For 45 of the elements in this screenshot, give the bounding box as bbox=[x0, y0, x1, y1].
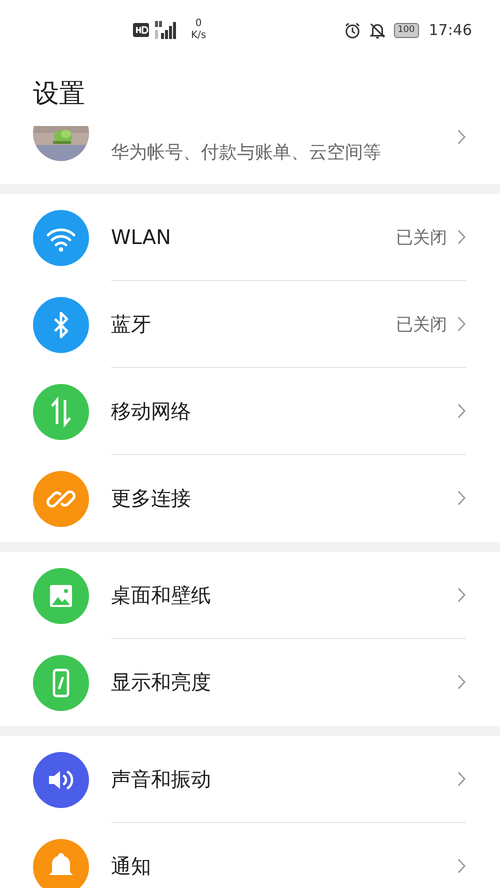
network-speed-unit: K/s bbox=[191, 30, 206, 42]
item-status: 已关闭 bbox=[396, 226, 447, 248]
hd-icon bbox=[133, 23, 149, 37]
chevron-right-icon bbox=[457, 316, 466, 332]
item-status: 已关闭 bbox=[396, 314, 447, 336]
page-title: 设置 bbox=[33, 78, 85, 110]
chevron-right-icon bbox=[457, 490, 466, 506]
item-label: 声音和振动 bbox=[111, 766, 212, 792]
settings-item[interactable]: 声音和振动 bbox=[0, 736, 500, 823]
item-label: 更多连接 bbox=[111, 484, 192, 512]
phone-icon bbox=[33, 654, 89, 710]
battery-level: 100 bbox=[398, 24, 415, 36]
chevron-right-icon bbox=[457, 403, 466, 419]
account-row[interactable]: 华为帐号、付款与账单、云空间等 bbox=[0, 126, 500, 184]
chevron-right-icon bbox=[457, 587, 466, 603]
item-label: 移动网络 bbox=[111, 398, 192, 424]
chevron-right-icon bbox=[457, 229, 466, 245]
network-speed-value: 0 bbox=[195, 18, 202, 30]
speaker-icon bbox=[33, 752, 89, 808]
arrows-up-down-icon bbox=[33, 384, 89, 440]
bell-off-icon bbox=[368, 22, 386, 38]
settings-item[interactable]: WLAN 已关闭 bbox=[0, 194, 500, 281]
item-label: WLAN bbox=[111, 225, 172, 249]
clock-time: 17:46 bbox=[428, 21, 472, 39]
image-icon bbox=[33, 568, 89, 624]
chevron-right-icon bbox=[457, 858, 466, 874]
chevron-right-icon bbox=[457, 771, 466, 787]
link-icon bbox=[33, 470, 89, 526]
settings-item[interactable]: 显示和亮度 bbox=[0, 639, 500, 726]
alarm-icon bbox=[344, 22, 361, 38]
signal-icon bbox=[155, 21, 179, 39]
settings-item[interactable]: 通知 bbox=[0, 823, 500, 888]
settings-item[interactable]: 移动网络 bbox=[0, 368, 500, 455]
chevron-right-icon bbox=[457, 129, 466, 145]
bluetooth-icon bbox=[33, 296, 89, 352]
item-label: 蓝牙 bbox=[111, 310, 152, 338]
settings-item[interactable]: 更多连接 bbox=[0, 455, 500, 542]
item-label: 桌面和壁纸 bbox=[111, 582, 212, 608]
item-label: 通知 bbox=[111, 852, 152, 880]
account-subtitle: 华为帐号、付款与账单、云空间等 bbox=[111, 141, 382, 164]
settings-item[interactable]: 蓝牙 已关闭 bbox=[0, 281, 500, 368]
chevron-right-icon bbox=[457, 674, 466, 690]
item-label: 显示和亮度 bbox=[111, 668, 212, 696]
wifi-icon bbox=[33, 210, 89, 266]
settings-item[interactable]: 桌面和壁纸 bbox=[0, 552, 500, 639]
